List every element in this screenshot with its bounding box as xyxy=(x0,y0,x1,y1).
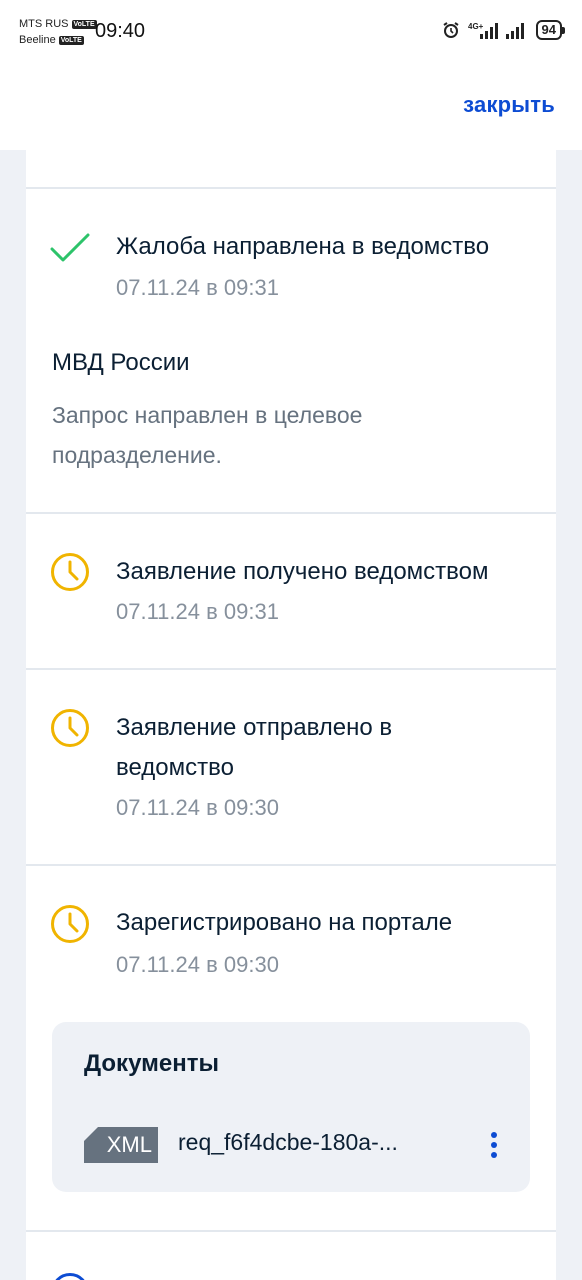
checkmark-icon xyxy=(50,233,90,262)
event-title: ведомство xyxy=(116,754,234,781)
clock-icon xyxy=(51,709,89,747)
documents-title: Документы xyxy=(84,1050,219,1077)
event-title: Жалоба направлена в ведомство xyxy=(116,233,490,260)
xml-file-icon: XML xyxy=(84,1127,158,1163)
volte-badge: VoLTE xyxy=(58,35,84,45)
status-bar: MTS RUS VoLTE Beeline VoLTE 09:40 4G+ 94 xyxy=(0,0,582,66)
documents-panel: Документы XML req_f6f4dcbe-180a-... xyxy=(52,1022,530,1192)
event-date: 07.11.24 в 09:31 xyxy=(116,275,279,300)
clock-icon xyxy=(51,553,89,591)
document-name[interactable]: req_f6f4dcbe-180a-... xyxy=(178,1129,398,1156)
divider xyxy=(26,1230,556,1232)
divider xyxy=(26,864,556,866)
event-title: Заявление получено ведомством xyxy=(116,558,489,585)
event-date: 07.11.24 в 09:31 xyxy=(116,599,279,624)
event-date: 07.11.24 в 09:30 xyxy=(116,795,279,820)
status-clock: 09:40 xyxy=(95,20,146,42)
battery-indicator: 94 xyxy=(535,20,566,40)
clock-icon xyxy=(51,905,89,943)
status-icons: 4G+ 94 xyxy=(442,20,566,40)
carrier-name-1: MTS RUS xyxy=(19,18,69,30)
document-item[interactable]: XML req_f6f4dcbe-180a-... xyxy=(84,1125,514,1165)
alarm-icon xyxy=(442,22,459,38)
volte-badge: VoLTE xyxy=(71,19,97,29)
carrier-info: MTS RUS VoLTE Beeline VoLTE xyxy=(19,16,97,48)
signal-icon xyxy=(505,23,524,39)
status-history-card: Жалоба направлена в ведомство 07.11.24 в… xyxy=(26,150,556,1280)
svg-text:4G+: 4G+ xyxy=(468,22,484,31)
close-button[interactable]: закрыть xyxy=(463,92,555,118)
signal-4g-icon: 4G+ xyxy=(468,22,498,39)
more-options-icon[interactable] xyxy=(488,1132,500,1162)
modal-header: закрыть xyxy=(0,66,582,150)
event-date: 07.11.24 в 09:30 xyxy=(116,952,279,977)
department-description: Запрос направлен в целевое подразделение… xyxy=(52,402,363,468)
divider xyxy=(26,668,556,670)
event-title: Заявление отправлено в xyxy=(116,714,393,741)
divider xyxy=(26,512,556,514)
clock-icon xyxy=(55,1273,85,1280)
carrier-name-2: Beeline xyxy=(19,34,56,46)
department-name: МВД России xyxy=(52,349,190,376)
divider xyxy=(26,187,556,189)
event-title: Зарегистрировано на портале xyxy=(116,909,453,936)
